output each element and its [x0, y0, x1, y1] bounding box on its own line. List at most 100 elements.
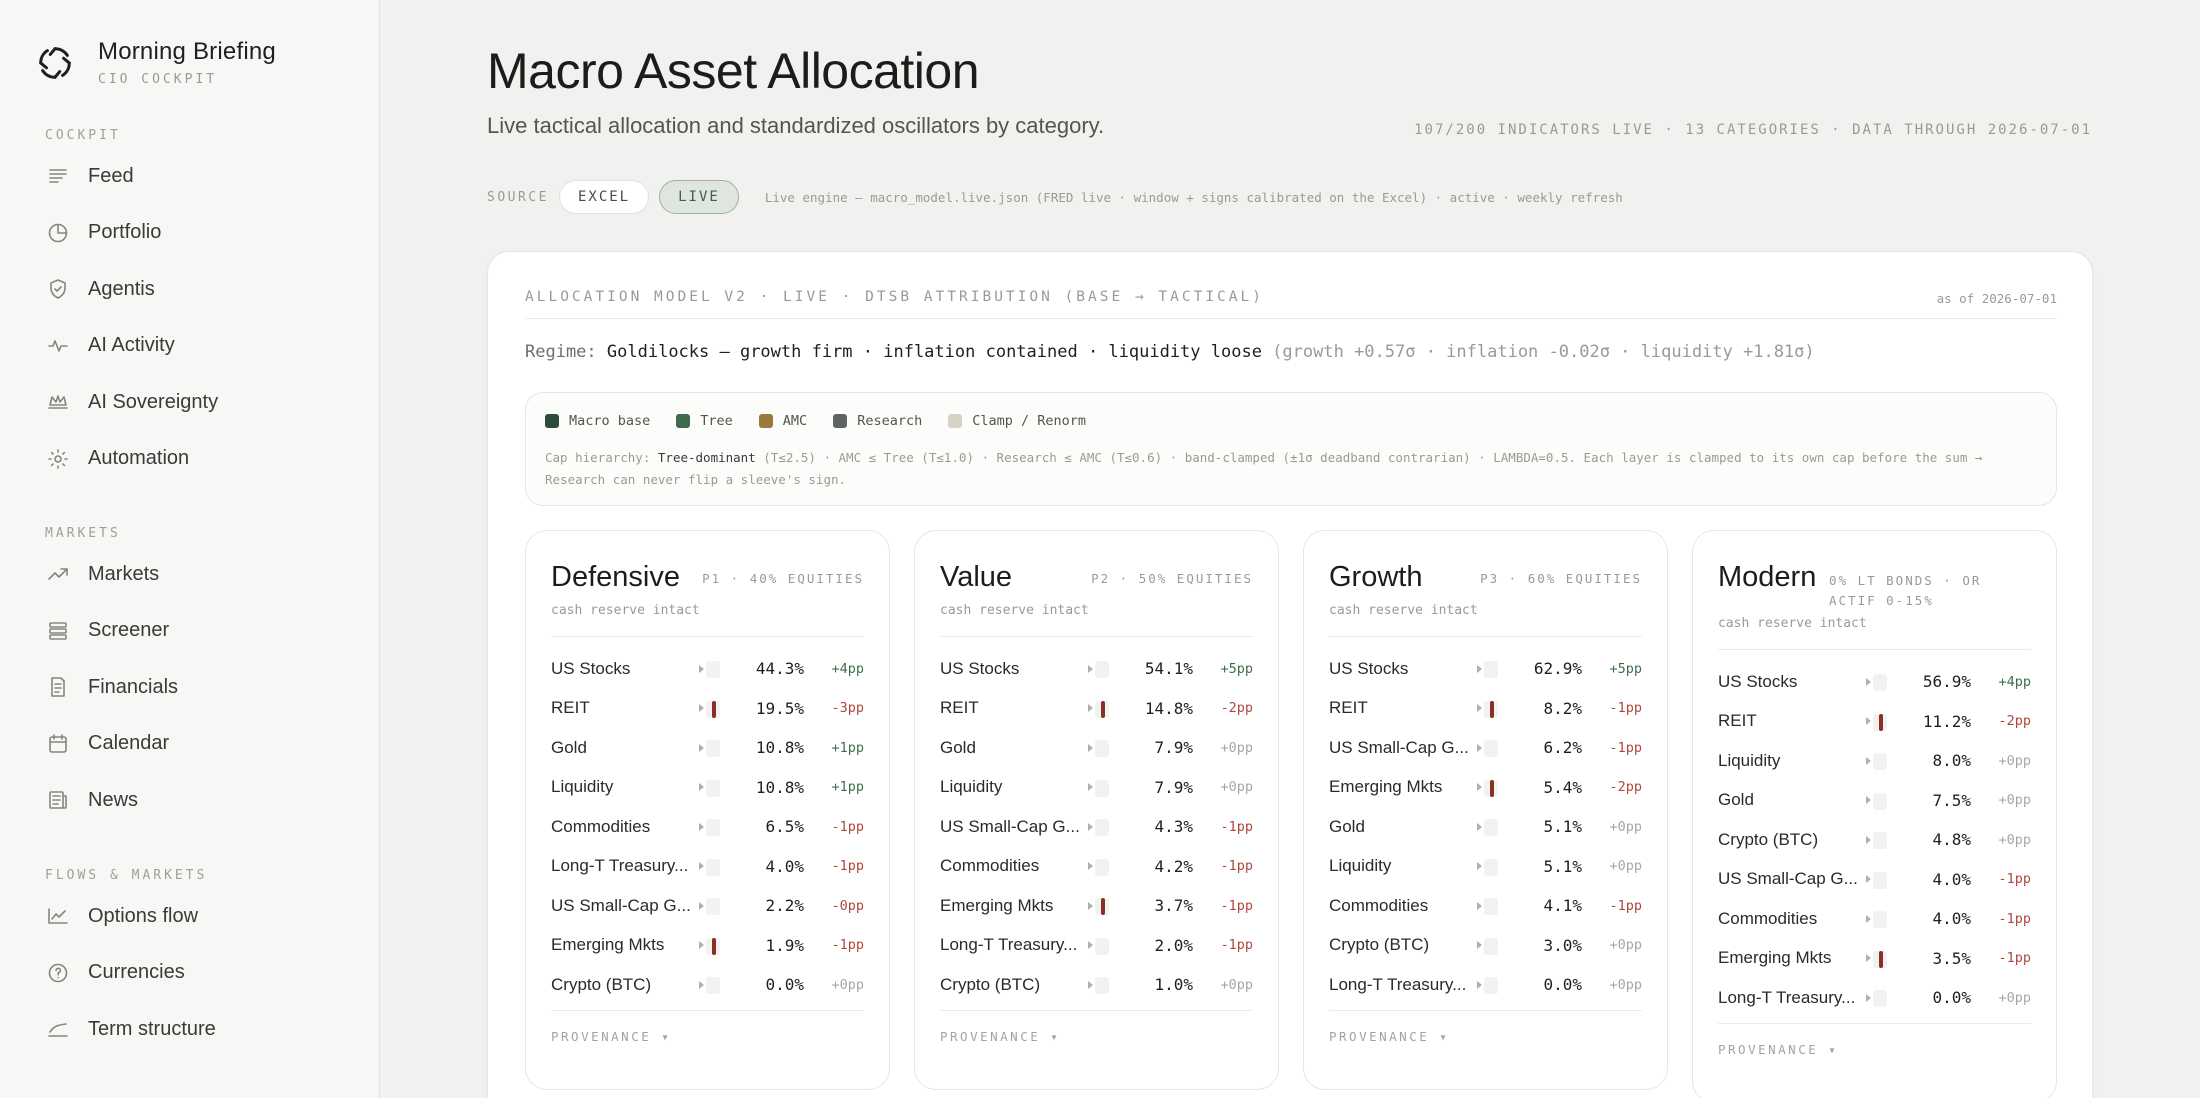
expand-caret-icon: [699, 901, 704, 910]
provenance-toggle[interactable]: PROVENANCE ▾: [1718, 1042, 1838, 1057]
sidebar-item-currencies[interactable]: Currencies: [0, 945, 380, 1002]
allocation-row[interactable]: US Stocks 56.9% +4pp: [1718, 662, 2031, 702]
allocation-percent: 5.1%: [1543, 817, 1582, 837]
allocation-row[interactable]: US Small-Cap G... 6.2% -1pp: [1329, 728, 1642, 768]
sidebar-item-options-flow[interactable]: Options flow: [0, 888, 380, 945]
allocation-delta: +0pp: [1998, 792, 2031, 809]
allocation-row[interactable]: Liquidity 5.1% +0pp: [1329, 847, 1642, 887]
allocation-row[interactable]: US Small-Cap G... 4.0% -1pp: [1718, 860, 2031, 900]
allocation-row[interactable]: Long-T Treasury... 2.0% -1pp: [940, 926, 1253, 966]
divider: [1329, 1010, 1642, 1011]
nav-section: MARKETS Markets Screener Financials Calendar…: [0, 526, 380, 829]
expand-caret-icon: [1866, 756, 1871, 765]
sidebar-item-ai-sovereignty[interactable]: AI Sovereignty: [0, 374, 380, 431]
source-excel-button[interactable]: EXCEL: [558, 180, 650, 214]
sidebar-item-agentis[interactable]: Agentis: [0, 261, 380, 318]
expand-caret-icon: [1088, 664, 1093, 673]
allocation-row[interactable]: Crypto (BTC) 4.8% +0pp: [1718, 820, 2031, 860]
sidebar-item-label: Options flow: [88, 904, 199, 927]
tilt-bar: [1484, 977, 1498, 994]
allocation-row[interactable]: Long-T Treasury... 4.0% -1pp: [551, 847, 864, 887]
tilt-bar: [1873, 674, 1887, 691]
allocation-row[interactable]: REIT 19.5% -3pp: [551, 689, 864, 729]
allocation-row[interactable]: REIT 14.8% -2pp: [940, 689, 1253, 729]
allocation-delta: -2pp: [1998, 713, 2031, 730]
sidebar-item-calendar[interactable]: Calendar: [0, 716, 380, 773]
allocation-row[interactable]: US Small-Cap G... 2.2% -0pp: [551, 886, 864, 926]
allocation-delta: -1pp: [1609, 700, 1642, 717]
allocation-row[interactable]: US Stocks 62.9% +5pp: [1329, 649, 1642, 689]
allocation-percent: 54.1%: [1144, 659, 1193, 679]
expand-caret-icon: [699, 783, 704, 792]
provenance-toggle[interactable]: PROVENANCE ▾: [940, 1029, 1060, 1044]
sidebar-item-term-structure[interactable]: Term structure: [0, 1001, 380, 1058]
legend-item: Macro base: [545, 413, 650, 429]
allocation-row[interactable]: Emerging Mkts 3.7% -1pp: [940, 886, 1253, 926]
sidebar-item-ai-activity[interactable]: AI Activity: [0, 318, 380, 375]
allocation-percent: 4.0%: [765, 856, 804, 876]
allocation-delta: +0pp: [1998, 752, 2031, 769]
allocation-row[interactable]: US Small-Cap G... 4.3% -1pp: [940, 807, 1253, 847]
activity-icon: [48, 339, 68, 352]
source-live-button[interactable]: LIVE: [659, 180, 739, 214]
allocation-row[interactable]: Gold 10.8% +1pp: [551, 728, 864, 768]
portfolio-note: cash reserve intact: [1718, 616, 1867, 631]
allocation-row[interactable]: Liquidity 7.9% +0pp: [940, 768, 1253, 808]
expand-caret-icon: [699, 704, 704, 713]
allocation-percent: 14.8%: [1144, 698, 1193, 718]
sidebar-item-news[interactable]: News: [0, 772, 380, 829]
asset-name: Emerging Mkts: [551, 935, 665, 955]
allocation-row[interactable]: Long-T Treasury... 0.0% +0pp: [1329, 965, 1642, 1005]
allocation-row[interactable]: Commodities 6.5% -1pp: [551, 807, 864, 847]
tilt-bar: [1095, 661, 1109, 678]
allocation-row[interactable]: Crypto (BTC) 1.0% +0pp: [940, 965, 1253, 1005]
allocation-row[interactable]: Liquidity 10.8% +1pp: [551, 768, 864, 808]
crown-icon: [48, 395, 68, 410]
brand[interactable]: Morning Briefing CIO COCKPIT: [36, 38, 276, 87]
allocation-delta: +0pp: [1220, 739, 1253, 756]
allocation-row[interactable]: US Stocks 44.3% +4pp: [551, 649, 864, 689]
sidebar-item-portfolio[interactable]: Portfolio: [0, 205, 380, 262]
sidebar-item-automation[interactable]: Automation: [0, 431, 380, 488]
source-note: Live engine — macro_model.live.json (FRE…: [764, 189, 1623, 205]
allocation-percent: 0.0%: [1543, 975, 1582, 995]
allocation-row[interactable]: Gold 5.1% +0pp: [1329, 807, 1642, 847]
sidebar-item-markets[interactable]: Markets: [0, 546, 380, 603]
allocation-row[interactable]: REIT 8.2% -1pp: [1329, 689, 1642, 729]
sidebar-item-screener[interactable]: Screener: [0, 603, 380, 660]
allocation-row[interactable]: Crypto (BTC) 3.0% +0pp: [1329, 926, 1642, 966]
allocation-percent: 0.0%: [765, 975, 804, 995]
allocation-rows: US Stocks 54.1% +5pp REIT 14.8% -2pp Gold 7.9% +…: [940, 649, 1253, 1005]
legend-item: Clamp / Renorm: [948, 413, 1086, 429]
allocation-delta: +5pp: [1220, 660, 1253, 677]
provenance-toggle[interactable]: PROVENANCE ▾: [1329, 1029, 1449, 1044]
allocation-row[interactable]: Liquidity 8.0% +0pp: [1718, 741, 2031, 781]
allocation-row[interactable]: Commodities 4.1% -1pp: [1329, 886, 1642, 926]
allocation-row[interactable]: REIT 11.2% -2pp: [1718, 702, 2031, 742]
allocation-row[interactable]: Emerging Mkts 1.9% -1pp: [551, 926, 864, 966]
tilt-bar: [1095, 977, 1109, 994]
allocation-row[interactable]: Emerging Mkts 5.4% -2pp: [1329, 768, 1642, 808]
allocation-row[interactable]: Long-T Treasury... 0.0% +0pp: [1718, 978, 2031, 1018]
portfolio-name: Growth: [1329, 561, 1423, 593]
allocation-delta: +0pp: [831, 976, 864, 993]
allocation-percent: 11.2%: [1922, 711, 1971, 731]
allocation-row[interactable]: Emerging Mkts 3.5% -1pp: [1718, 939, 2031, 979]
nav-heading: FLOWS & MARKETS: [45, 868, 208, 883]
asset-name: Liquidity: [1718, 750, 1781, 770]
sidebar-item-financials[interactable]: Financials: [0, 659, 380, 716]
allocation-row[interactable]: Commodities 4.2% -1pp: [940, 847, 1253, 887]
sidebar-item-feed[interactable]: Feed: [0, 148, 380, 205]
portfolio-tag: P1 · 40% EQUITIES: [702, 571, 864, 586]
asset-name: REIT: [551, 698, 590, 718]
allocation-delta: -1pp: [1998, 910, 2031, 927]
allocation-row[interactable]: Gold 7.9% +0pp: [940, 728, 1253, 768]
allocation-percent: 5.4%: [1543, 777, 1582, 797]
expand-caret-icon: [1088, 704, 1093, 713]
allocation-row[interactable]: US Stocks 54.1% +5pp: [940, 649, 1253, 689]
allocation-row[interactable]: Gold 7.5% +0pp: [1718, 781, 2031, 821]
allocation-row[interactable]: Crypto (BTC) 0.0% +0pp: [551, 965, 864, 1005]
provenance-toggle[interactable]: PROVENANCE ▾: [551, 1029, 671, 1044]
allocation-delta: -1pp: [1609, 897, 1642, 914]
allocation-row[interactable]: Commodities 4.0% -1pp: [1718, 899, 2031, 939]
